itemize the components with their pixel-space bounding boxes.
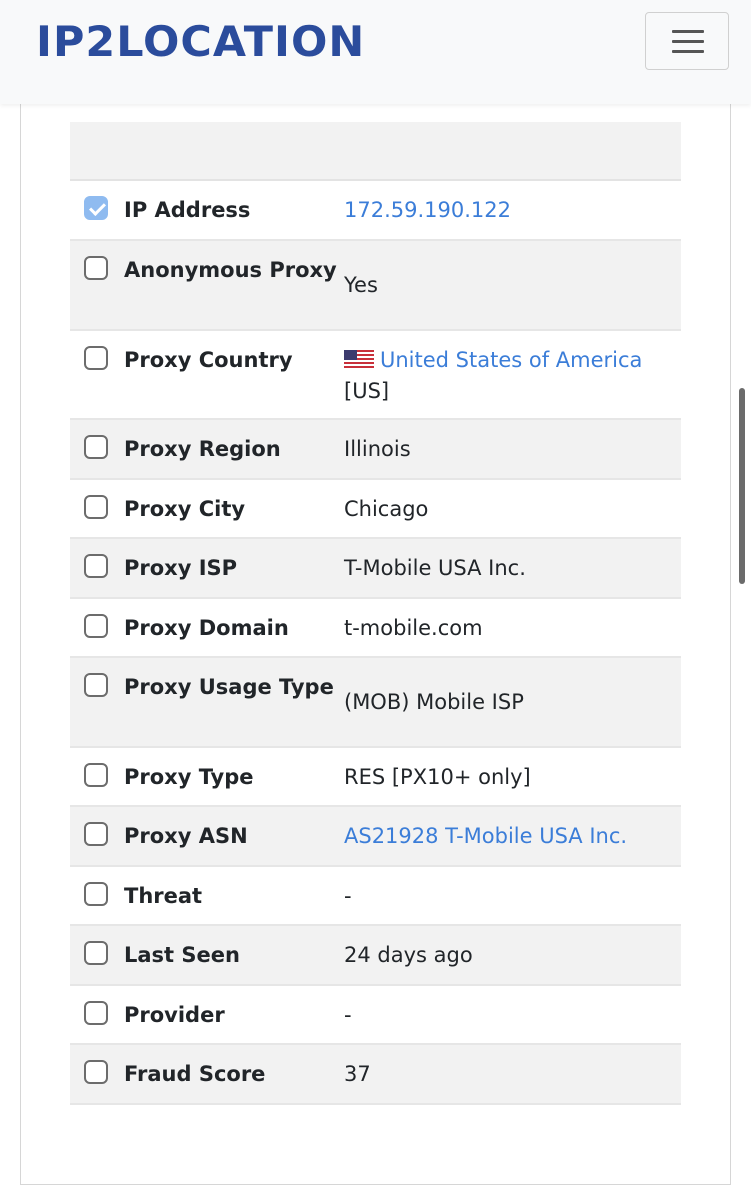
table-row: Anonymous Proxy Yes [70,241,681,331]
row-label: Last Seen [124,943,240,967]
proxy-results-table: IP Address 172.59.190.122 Anonymous Prox… [70,122,681,1105]
table-header [70,122,681,181]
hamburger-menu-button[interactable] [645,12,729,70]
row-value: (MOB) Mobile ISP [344,690,524,714]
table-row: Proxy City Chicago [70,480,681,539]
fraud-score-checkbox[interactable] [84,1060,108,1084]
row-label-cell: Proxy ISP [84,553,339,584]
row-value[interactable]: AS21928 T-Mobile USA Inc. [344,821,674,852]
country-code: [US] [344,379,390,403]
hamburger-icon-bar [672,40,704,43]
row-value: 37 [344,1062,371,1086]
row-label-cell: Anonymous Proxy [84,255,339,286]
row-label: Proxy ISP [124,556,238,580]
proxy-region-checkbox[interactable] [84,435,108,459]
table-row: Proxy Region Illinois [70,420,681,480]
table-row: Proxy Usage Type (MOB) Mobile ISP [70,658,681,748]
row-label-cell: Threat [84,881,339,912]
table-row: Provider - [70,986,681,1045]
row-value: Illinois [344,437,411,461]
row-label-cell: Proxy Country [84,345,339,376]
row-value: T-Mobile USA Inc. [344,556,526,580]
row-value: t-mobile.com [344,616,483,640]
threat-checkbox[interactable] [84,882,108,906]
row-label: Threat [124,884,203,908]
row-label-cell: Proxy ASN [84,821,339,852]
row-label-cell: Proxy Region [84,434,339,465]
table-row: Last Seen 24 days ago [70,926,681,986]
row-value: Yes [344,273,378,297]
row-label-cell: Fraud Score [84,1059,339,1090]
last-seen-checkbox[interactable] [84,941,108,965]
hamburger-icon [672,30,704,33]
row-label: Proxy ASN [124,824,248,848]
row-label-cell: Proxy Type [84,762,339,793]
proxy-usage-type-checkbox[interactable] [84,673,108,697]
page-scrollbar[interactable] [739,388,745,584]
row-value: - [344,1003,352,1027]
proxy-domain-checkbox[interactable] [84,614,108,638]
row-label: Fraud Score [124,1062,266,1086]
table-row: Proxy ASN AS21928 T-Mobile USA Inc. [70,807,681,867]
row-value[interactable]: 172.59.190.122 [344,195,674,226]
row-value: Chicago [344,497,429,521]
row-label-cell: Proxy Domain [84,613,339,644]
row-label: Proxy Region [124,437,281,461]
row-value: RES [PX10+ only] [344,765,531,789]
anonymous-proxy-checkbox[interactable] [84,256,108,280]
row-label: Anonymous Proxy [124,258,337,282]
proxy-type-checkbox[interactable] [84,763,108,787]
proxy-country-link[interactable]: United States of America [380,348,642,372]
row-label: Proxy Domain [124,616,289,640]
provider-checkbox[interactable] [84,1001,108,1025]
ip2location-logo[interactable]: IP2LOCATION [36,18,365,66]
table-row: Proxy Domain t-mobile.com [70,599,681,658]
proxy-country-checkbox[interactable] [84,346,108,370]
ip-address-checkbox[interactable] [84,196,108,220]
table-row: Threat - [70,867,681,926]
row-label-cell: Proxy City [84,494,339,525]
row-label: IP Address [124,198,251,222]
row-value-cell: United States of America [US] [344,345,674,407]
row-label: Proxy Usage Type [124,675,334,699]
us-flag-icon [344,350,374,368]
row-label-cell: Proxy Usage Type [84,672,339,703]
table-row: Proxy Country United States of America [U… [70,331,681,420]
row-label-cell: IP Address [84,195,339,226]
row-label: Proxy Country [124,348,293,372]
row-label: Proxy City [124,497,246,521]
row-label-cell: Provider [84,1000,339,1031]
row-label-cell: Last Seen [84,940,339,971]
proxy-asn-checkbox[interactable] [84,822,108,846]
row-value: 24 days ago [344,943,473,967]
row-label: Proxy Type [124,765,254,789]
row-value: - [344,884,352,908]
proxy-isp-checkbox[interactable] [84,554,108,578]
table-row: Fraud Score 37 [70,1045,681,1105]
top-navbar: IP2LOCATION [0,0,751,104]
table-row: Proxy ISP T-Mobile USA Inc. [70,539,681,599]
proxy-city-checkbox[interactable] [84,495,108,519]
hamburger-icon-bar [672,50,704,53]
table-row: IP Address 172.59.190.122 [70,181,681,241]
row-label: Provider [124,1003,225,1027]
table-row: Proxy Type RES [PX10+ only] [70,748,681,807]
